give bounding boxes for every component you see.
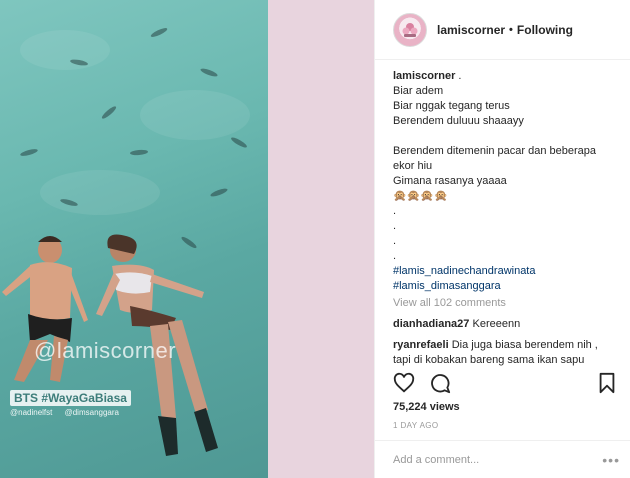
water-ripple (20, 30, 110, 70)
comment-text-continued: tapi di kobakan bareng sama ikan sapu (393, 354, 585, 366)
caption-suffix: . (455, 70, 462, 82)
header-username[interactable]: lamiscorner (437, 23, 505, 37)
fish-shape (100, 104, 118, 121)
caption-line: Biar nggak tegang terus (393, 100, 510, 112)
caption-line: Berendem ditemenin pacar dan beberapa (393, 145, 597, 157)
post-video[interactable]: @lamiscorner BTS #WayaGaBiasa @nadinelfs… (0, 0, 268, 478)
caption-line: . (393, 205, 397, 217)
caption-line: Berendem duluuu shaaayy (393, 115, 524, 127)
video-tags: @nadinelfst @dimsanggara (10, 408, 129, 417)
fish-shape (129, 149, 149, 156)
video-badge: BTS #WayaGaBiasa (10, 390, 131, 406)
caption-line: Gimana rasanya yaaaa (393, 175, 507, 187)
bookmark-icon[interactable] (596, 372, 618, 394)
more-options-icon[interactable]: ••• (602, 452, 620, 468)
comment-username[interactable]: ryanrefaeli (393, 339, 449, 351)
post-date[interactable]: 1 DAY AGO (393, 421, 439, 430)
water-ripple (40, 170, 160, 215)
post-sidebar: lamiscorner • Following lamiscorner . Bi… (374, 0, 630, 478)
fish-shape (149, 26, 169, 39)
comment-item: dianhadiana27 Kereeenn (393, 317, 620, 332)
comments-list[interactable]: lamiscorner . Biar adem Biar nggak tegan… (393, 69, 620, 369)
caption-header: lamiscorner . (393, 69, 620, 84)
add-comment-bar: ••• (375, 440, 630, 478)
caption-line: . (393, 250, 397, 262)
fish-shape (229, 135, 249, 150)
hashtag-link[interactable]: #lamis_nadinechandrawinata (393, 264, 620, 279)
water-ripple (140, 90, 250, 140)
fish-shape (209, 187, 229, 198)
comment-text: Dia juga biasa berendem nih , (451, 339, 598, 351)
following-button[interactable]: Following (517, 23, 573, 37)
separator-dot: • (509, 23, 513, 36)
flower-logo-icon (402, 22, 418, 37)
caption-line: ekor hiu (393, 160, 433, 172)
comment-icon[interactable] (429, 372, 451, 394)
instagram-post: @lamiscorner BTS #WayaGaBiasa @nadinelfs… (0, 0, 630, 478)
media-letterbox (268, 0, 374, 478)
fish-shape (19, 147, 39, 158)
video-watermark: @lamiscorner (34, 338, 177, 363)
action-bar (393, 372, 618, 394)
fish-shape (199, 67, 219, 78)
post-header: lamiscorner • Following (375, 0, 630, 60)
caption-line: Biar adem (393, 85, 444, 97)
view-all-comments-link[interactable]: View all 102 comments (393, 296, 620, 311)
video-tag: @nadinelfst (10, 408, 53, 417)
comment-username[interactable]: dianhadiana27 (393, 318, 469, 330)
video-tag: @dimsanggara (64, 408, 119, 417)
caption-emoji-line: 🙊🙊🙊🙊 (393, 190, 448, 202)
avatar[interactable] (393, 12, 427, 47)
comment-text: Kereeenn (472, 318, 521, 330)
hashtag-link[interactable]: #lamis_dimasanggara (393, 279, 620, 294)
add-comment-input[interactable] (393, 453, 603, 466)
caption-line: . (393, 220, 397, 232)
caption-line: . (393, 235, 397, 247)
view-count[interactable]: 75,224 views (393, 401, 460, 413)
caption-username[interactable]: lamiscorner (393, 70, 455, 82)
heart-icon[interactable] (393, 372, 415, 394)
comment-item: ryanrefaeli Dia juga biasa berendem nih … (393, 338, 620, 353)
